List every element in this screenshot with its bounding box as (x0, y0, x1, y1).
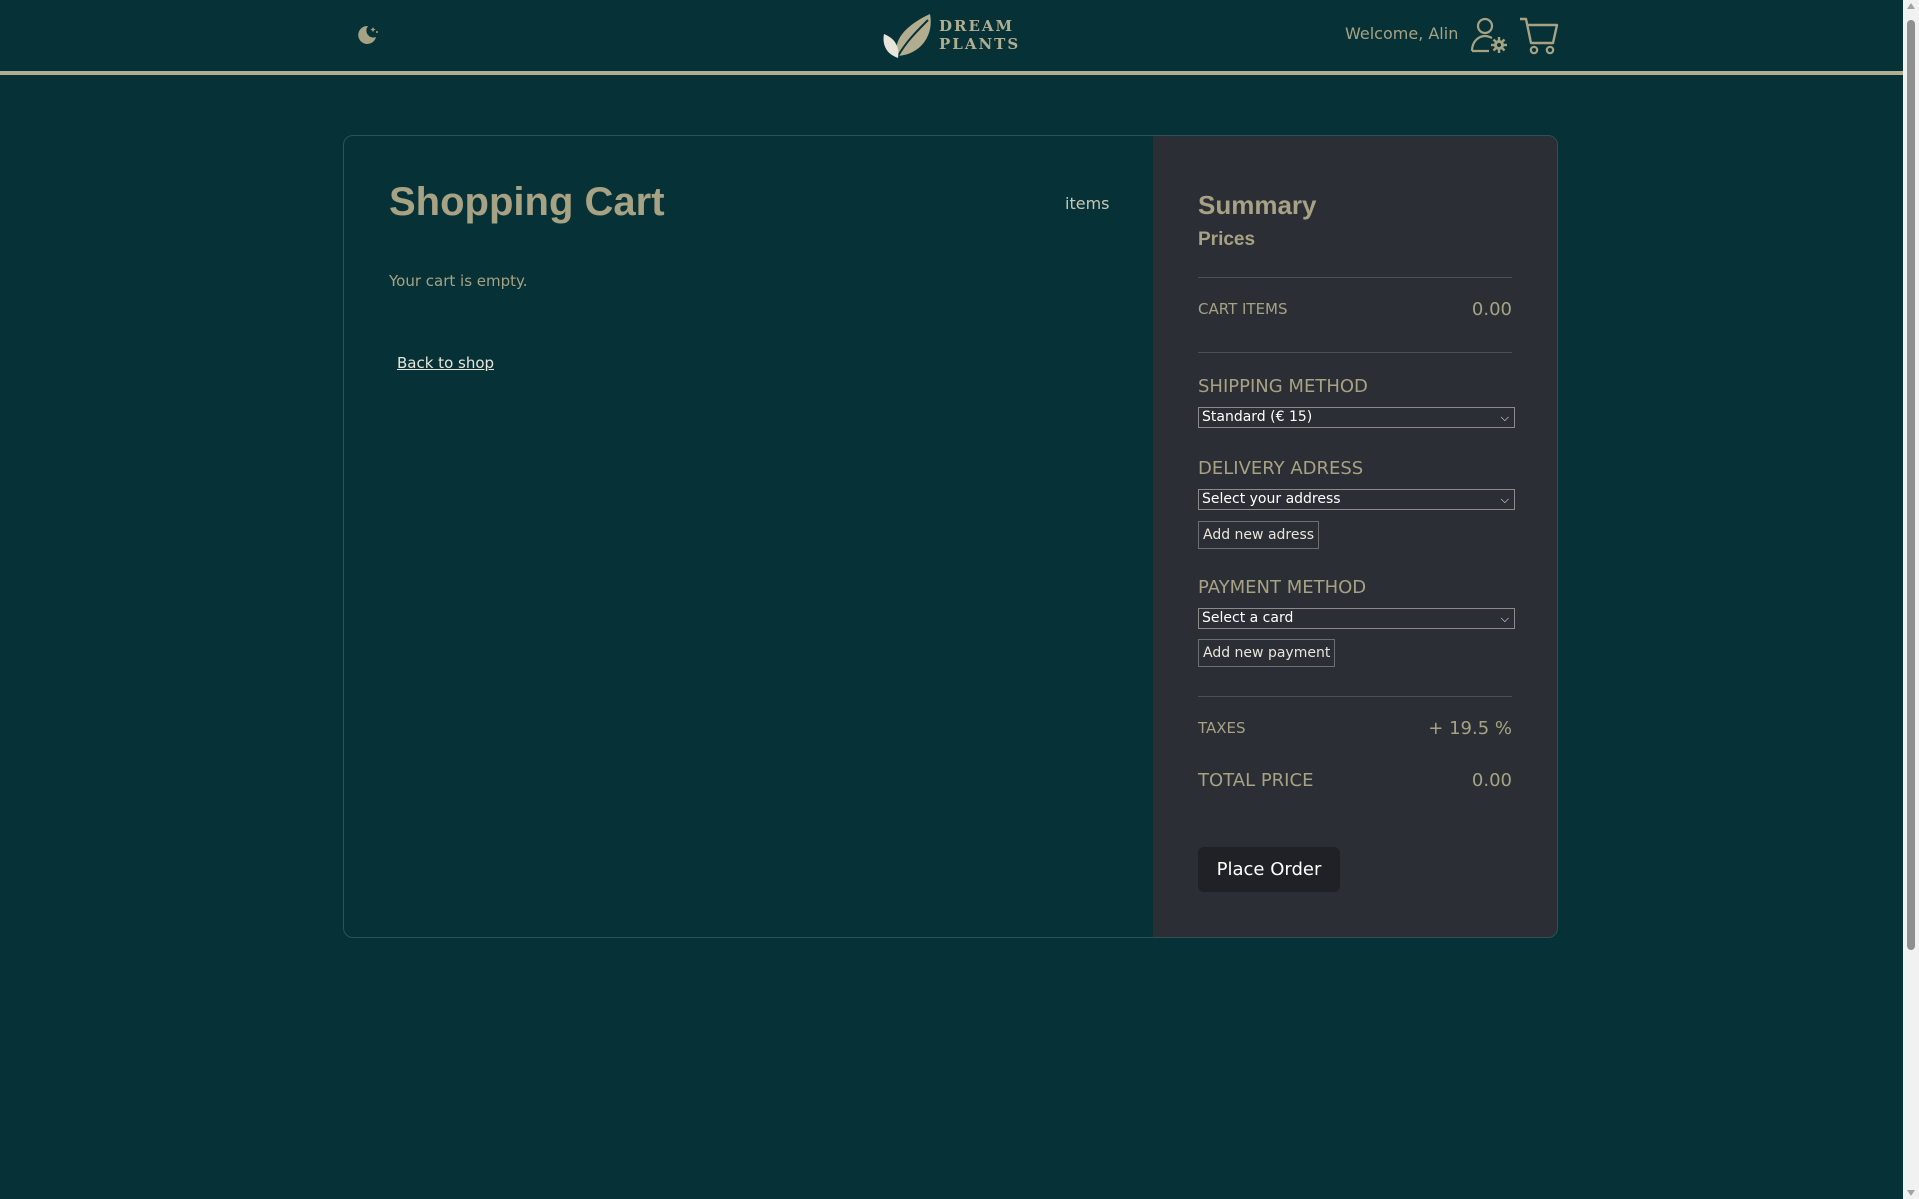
cart-panel: Shopping Cart items Your cart is empty. … (344, 136, 1153, 937)
delivery-address-value: Select your address (1202, 491, 1341, 507)
summary-title: Summary (1198, 190, 1317, 220)
payment-method-value: Select a card (1202, 610, 1294, 626)
brand-logo[interactable]: DREAM PLANTS (882, 12, 1018, 60)
delivery-address-label: DELIVERY ADRESS (1198, 458, 1364, 479)
chevron-down-icon: ⌵ (1500, 493, 1509, 506)
page-scrollbar[interactable] (1903, 0, 1919, 1199)
cart-card: Shopping Cart items Your cart is empty. … (343, 135, 1558, 938)
add-address-button[interactable]: Add new adress (1198, 521, 1320, 549)
payment-method-select[interactable]: Select a card ⌵ (1198, 608, 1515, 629)
delivery-address-select[interactable]: Select your address ⌵ (1198, 489, 1515, 510)
chevron-down-icon: ⌵ (1500, 411, 1509, 424)
user-settings-icon[interactable] (1469, 15, 1509, 55)
payment-method-label: PAYMENT METHOD (1198, 577, 1367, 598)
total-price-label: TOTAL PRICE (1198, 770, 1314, 791)
chevron-down-icon: ⌵ (1500, 612, 1509, 625)
place-order-button[interactable]: Place Order (1198, 847, 1340, 892)
shipping-method-label: SHIPPING METHOD (1198, 376, 1368, 397)
top-navbar: DREAM PLANTS Welcome, Alin (0, 0, 1903, 71)
welcome-message: Welcome, Alin (1345, 24, 1459, 43)
items-count-label: items (1065, 194, 1110, 213)
back-to-shop-link[interactable]: Back to shop (397, 354, 494, 372)
summary-panel: Summary Prices CART ITEMS 0.00 SHIPPING … (1153, 136, 1557, 937)
summary-subtitle: Prices (1198, 229, 1256, 250)
scroll-down-arrow-icon[interactable] (1907, 1190, 1915, 1196)
taxes-value: + 19.5 % (1428, 718, 1512, 739)
taxes-label: TAXES (1198, 719, 1246, 737)
brand-name: DREAM PLANTS (939, 17, 1020, 53)
shipping-method-select[interactable]: Standard (€ 15) ⌵ (1198, 407, 1515, 428)
empty-cart-message: Your cart is empty. (389, 272, 528, 290)
total-price-value: 0.00 (1471, 770, 1512, 791)
brand-name-line1: DREAM (939, 17, 1015, 35)
shipping-method-value: Standard (€ 15) (1202, 409, 1313, 425)
cart-items-label: CART ITEMS (1198, 300, 1288, 318)
header-divider (0, 71, 1903, 75)
shopping-cart-icon[interactable] (1518, 15, 1560, 55)
brand-name-line2: PLANTS (939, 35, 1021, 53)
divider (1198, 277, 1512, 278)
divider (1198, 352, 1512, 353)
leaf-logo-icon (883, 14, 931, 58)
divider (1198, 696, 1512, 697)
moon-stars-icon[interactable] (354, 20, 382, 48)
add-payment-button[interactable]: Add new payment (1198, 639, 1336, 667)
page-title: Shopping Cart (389, 180, 665, 224)
cart-items-value: 0.00 (1471, 299, 1512, 320)
scrollbar-thumb[interactable] (1907, 20, 1915, 950)
scroll-up-arrow-icon[interactable] (1907, 3, 1915, 9)
